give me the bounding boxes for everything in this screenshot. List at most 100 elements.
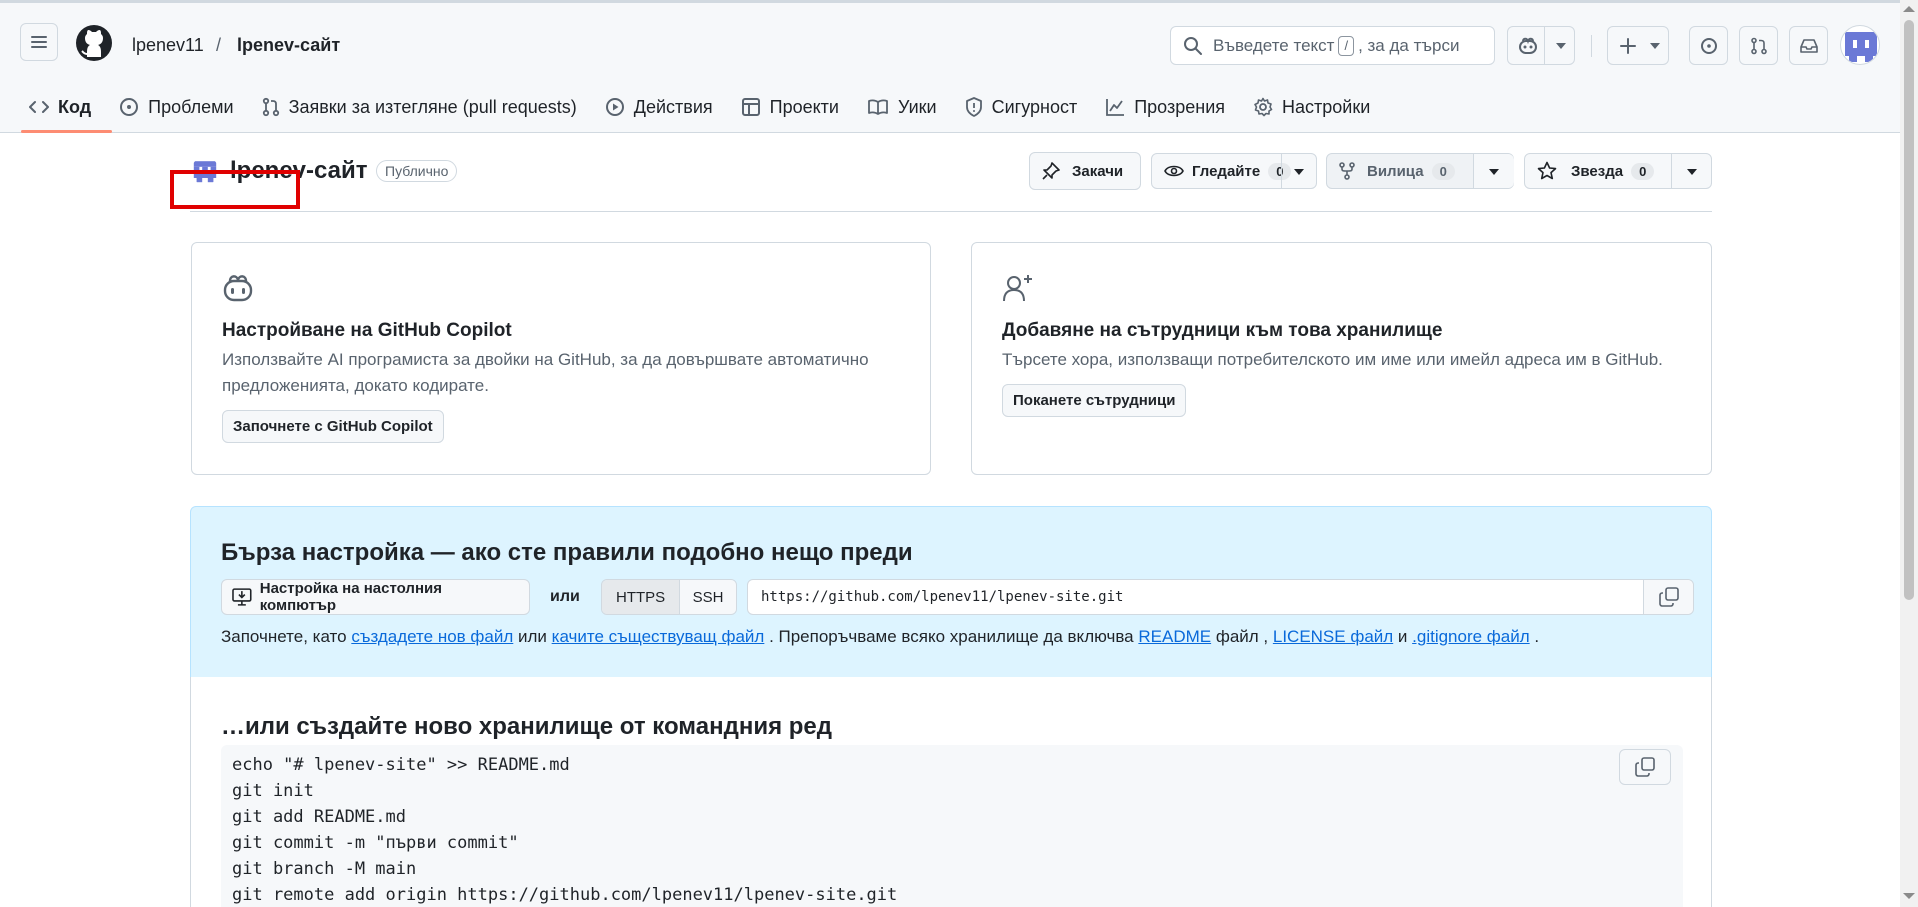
visibility-badge: Публично [376,160,458,182]
chevron-down-icon [1556,43,1566,49]
desktop-download-icon [232,588,252,606]
issues-button[interactable] [1689,26,1728,65]
copilot-card-title: Настройване на GitHub Copilot [222,320,512,341]
create-new-file-link[interactable]: създадете нов файл [351,627,513,646]
hint-text-end: . [1529,627,1540,646]
tab-pull-requests[interactable]: Заявки за изтегляне (pull requests) [248,91,591,123]
fork-button[interactable]: Вилица 0 [1326,153,1514,189]
repo-tabs: Код Проблеми Заявки за изтегляне (pull r… [20,91,1384,135]
user-avatar[interactable] [1840,25,1880,65]
scroll-down-arrow[interactable] [1903,893,1915,899]
star-button[interactable]: Звезда 0 [1524,153,1712,189]
identicon-icon [1845,32,1877,62]
hint-text-4: и [1393,627,1413,646]
pull-request-icon [1750,37,1767,54]
tab-actions-label: Действия [633,96,713,117]
header-divider [1591,35,1592,57]
code-line: git commit -m "първи commit" [232,833,519,853]
watch-button[interactable]: Гледайте 0 [1151,153,1317,189]
star-button-label: Звезда [1571,162,1624,180]
gear-icon [1254,97,1273,117]
active-tab-indicator [21,130,112,133]
code-icon [29,101,49,113]
or-label: или [550,588,580,605]
hamburger-icon [31,36,47,48]
search-placeholder-before: Въведете текст [1213,35,1335,55]
command-line-section: …или създайте ново хранилище от командни… [190,677,1712,907]
create-new-button[interactable] [1607,26,1669,65]
tab-issues-label: Проблеми [148,96,234,117]
chevron-down-icon [1650,42,1660,49]
watch-button-label: Гледайте [1192,162,1261,180]
desktop-setup-button[interactable]: Настройка на настолния компютър [221,579,530,615]
tab-wiki[interactable]: Уики [853,91,951,123]
code-line: echo "# lpenev-site" >> README.md [232,755,570,775]
menu-button[interactable] [20,23,58,61]
gitignore-link[interactable]: .gitignore файл [1412,627,1530,646]
tab-issues[interactable]: Проблеми [105,91,247,123]
protocol-toggle: HTTPS SSH [601,579,737,615]
pin-button-label: Закачи [1072,162,1124,180]
tab-code[interactable]: Код [20,91,105,123]
copilot-icon [1519,37,1537,54]
code-line: git add README.md [232,807,406,827]
ssh-toggle[interactable]: SSH [680,580,736,614]
copy-icon [1635,757,1655,777]
pull-requests-button[interactable] [1739,26,1778,65]
start-copilot-button[interactable]: Започнете с GitHub Copilot [222,410,444,443]
license-link[interactable]: LICENSE файл [1273,627,1393,646]
tab-security[interactable]: Сигурност [951,91,1092,123]
copy-icon [1658,587,1679,607]
copilot-button[interactable] [1507,26,1575,65]
readme-link[interactable]: README [1138,627,1211,646]
search-icon [1184,36,1202,55]
copy-url-button[interactable] [1643,580,1693,614]
copy-commands-button[interactable] [1619,749,1671,785]
copilot-card-description: Използвайте AI програмиста за двойки на … [222,350,869,395]
star-count: 0 [1631,162,1655,180]
command-line-title: …или създайте ново хранилище от командни… [221,713,832,740]
desktop-setup-label: Настройка на настолния компютър [259,580,442,614]
search-shortcut-key: / [1338,35,1355,56]
pin-button[interactable]: Закачи [1029,152,1141,190]
clone-url-field[interactable]: https://github.com/lpenev11/lpenev-site.… [747,579,1694,615]
pin-icon [1042,162,1060,180]
collaborators-card-title: Добавяне на сътрудници към това хранилищ… [1002,320,1443,341]
chevron-down-icon [1294,169,1304,175]
chevron-down-icon [1687,169,1697,175]
chevron-down-icon [1489,169,1499,175]
shield-icon [965,97,982,117]
tab-pull-requests-label: Заявки за изтегляне (pull requests) [288,96,577,117]
search-input[interactable]: Въведете текст / , за да търси [1170,26,1495,65]
fork-icon [1339,162,1355,180]
tab-projects[interactable]: Проекти [727,91,853,123]
inbox-icon [1799,38,1818,53]
tab-insights[interactable]: Прозрения [1091,91,1239,123]
breadcrumb-repo[interactable]: lpenev-сайт [237,35,340,56]
header-divider [190,211,1712,212]
app-header: lpenev11 / lpenev-сайт Въведете текст / … [0,3,1900,133]
tab-actions[interactable]: Действия [591,91,727,123]
tab-settings[interactable]: Настройки [1239,91,1384,123]
fork-button-label: Вилица [1367,162,1424,180]
tab-wiki-label: Уики [897,96,937,117]
play-icon [605,98,624,116]
breadcrumb-owner[interactable]: lpenev11 [132,35,204,56]
scroll-up-arrow[interactable] [1903,6,1915,12]
code-line: git branch -M main [232,859,417,879]
quick-setup-panel: Бърза настройка — ако сте правили подобн… [190,506,1712,678]
collaborators-card-description: Търсете хора, използващи потребителското… [1002,350,1663,369]
breadcrumb-separator: / [216,35,222,55]
issue-icon [120,98,139,116]
https-toggle[interactable]: HTTPS [602,580,681,614]
github-logo[interactable] [76,25,112,61]
upload-file-link[interactable]: качите съществуващ файл [552,627,765,646]
clone-url-text: https://github.com/lpenev11/lpenev-site.… [761,589,1124,605]
graph-icon [1106,99,1125,116]
invite-collaborators-button[interactable]: Поканете сътрудници [1002,384,1187,417]
table-icon [741,98,760,116]
scrollbar-thumb[interactable] [1904,20,1914,600]
code-block: echo "# lpenev-site" >> README.md git in… [221,745,1683,907]
inbox-button[interactable] [1789,26,1828,65]
watch-count: 0 [1268,162,1292,180]
